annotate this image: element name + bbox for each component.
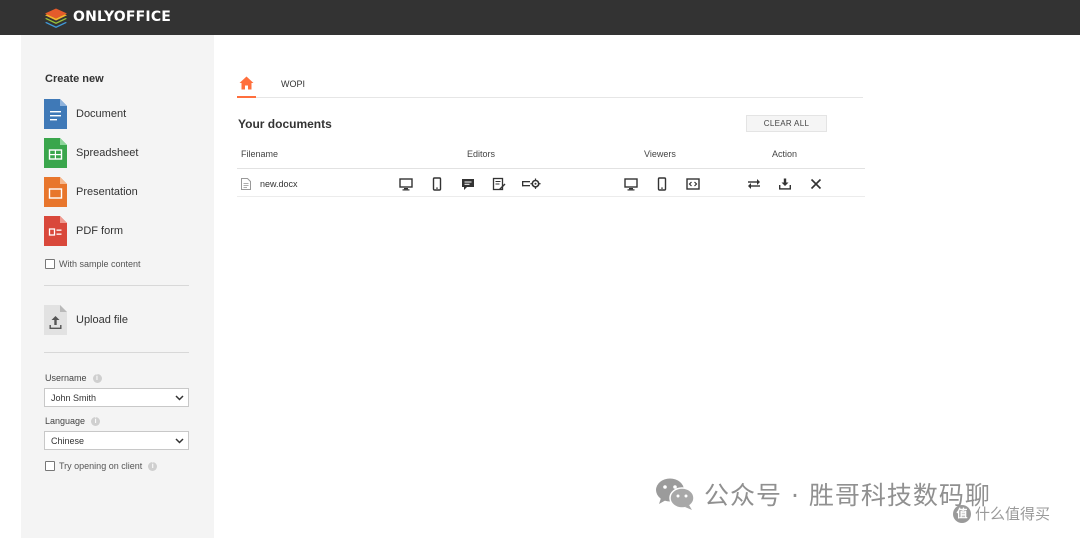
with-sample-content-label: With sample content bbox=[59, 259, 141, 269]
delete-button[interactable] bbox=[809, 177, 823, 191]
edit-review-button[interactable] bbox=[492, 177, 506, 191]
sidebar: Create new Document Spreadsheet Presenta… bbox=[21, 35, 214, 538]
mobile-icon bbox=[432, 177, 442, 191]
download-icon bbox=[779, 178, 791, 190]
wechat-watermark: 公众号 · 胜哥科技数码聊 bbox=[654, 477, 991, 511]
create-spreadsheet-label: Spreadsheet bbox=[76, 147, 139, 159]
chevron-down-icon bbox=[175, 395, 184, 401]
tab-bar: WOPI bbox=[237, 74, 863, 98]
view-desktop-button[interactable] bbox=[624, 177, 638, 191]
top-bar: ONLYOFFICE bbox=[0, 0, 1080, 35]
column-header-action: Action bbox=[772, 149, 798, 159]
username-value: John Smith bbox=[51, 392, 97, 403]
chevron-down-icon bbox=[175, 438, 184, 444]
presentation-icon bbox=[44, 177, 67, 207]
corner-watermark: 值 什么值得买 bbox=[953, 503, 1050, 524]
checkbox-box[interactable] bbox=[45, 259, 55, 269]
tab-wopi[interactable]: WOPI bbox=[281, 79, 305, 89]
edit-desktop-button[interactable] bbox=[399, 177, 413, 191]
spreadsheet-icon bbox=[44, 138, 67, 168]
create-new-title: Create new bbox=[45, 73, 104, 85]
language-label-text: Language bbox=[45, 416, 86, 426]
convert-arrows-icon bbox=[748, 179, 760, 189]
upload-icon bbox=[44, 305, 67, 335]
create-pdf-form-button[interactable]: PDF form bbox=[44, 215, 123, 247]
table-row: new.docx bbox=[237, 169, 865, 196]
column-header-filename: Filename bbox=[241, 149, 279, 159]
convert-button[interactable] bbox=[747, 177, 761, 191]
try-opening-on-client-checkbox[interactable]: Try opening on client i bbox=[45, 461, 158, 471]
create-pdf-form-label: PDF form bbox=[76, 225, 124, 237]
create-document-button[interactable]: Document bbox=[44, 98, 126, 130]
info-icon[interactable]: i bbox=[148, 461, 158, 471]
watermark-text: 公众号 · 胜哥科技数码聊 bbox=[704, 481, 991, 510]
onlyoffice-logo[interactable]: ONLYOFFICE bbox=[44, 6, 171, 28]
comment-icon bbox=[462, 179, 474, 190]
checkbox-box[interactable] bbox=[45, 461, 55, 471]
embed-icon bbox=[686, 178, 700, 190]
username-label: Username i bbox=[45, 373, 102, 383]
column-header-editors: Editors bbox=[467, 149, 496, 159]
info-icon[interactable]: i bbox=[92, 373, 102, 383]
mobile-icon bbox=[657, 177, 667, 191]
create-presentation-button[interactable]: Presentation bbox=[44, 176, 138, 208]
edit-customize-button[interactable] bbox=[521, 177, 541, 191]
settings-edit-icon bbox=[522, 178, 541, 189]
sidebar-divider bbox=[44, 352, 189, 353]
tab-home[interactable] bbox=[237, 74, 256, 98]
edit-mobile-button[interactable] bbox=[430, 177, 444, 191]
download-button[interactable] bbox=[778, 177, 792, 191]
upload-file-button[interactable]: Upload file bbox=[44, 304, 128, 336]
sidebar-divider bbox=[44, 285, 189, 286]
language-label: Language i bbox=[45, 416, 101, 426]
desktop-icon bbox=[399, 178, 413, 191]
column-header-viewers: Viewers bbox=[644, 149, 676, 159]
brand-name: ONLYOFFICE bbox=[73, 9, 172, 25]
view-embedded-button[interactable] bbox=[686, 177, 700, 191]
onlyoffice-logo-icon bbox=[45, 8, 67, 28]
review-icon bbox=[492, 177, 506, 191]
document-icon bbox=[44, 99, 67, 129]
upload-file-label: Upload file bbox=[76, 314, 128, 326]
docx-file-icon bbox=[241, 178, 251, 190]
wechat-icon bbox=[656, 478, 695, 510]
with-sample-content-checkbox[interactable]: With sample content bbox=[45, 259, 141, 269]
create-presentation-label: Presentation bbox=[76, 186, 138, 198]
create-spreadsheet-button[interactable]: Spreadsheet bbox=[44, 137, 138, 169]
language-value: Chinese bbox=[51, 435, 85, 446]
edit-comment-button[interactable] bbox=[461, 177, 475, 191]
try-opening-on-client-label: Try opening on client bbox=[59, 461, 143, 471]
pdf-form-icon bbox=[44, 216, 67, 246]
zhi-badge-icon: 值 bbox=[953, 504, 971, 523]
language-select[interactable]: Chinese bbox=[44, 431, 189, 450]
info-icon[interactable]: i bbox=[91, 416, 101, 426]
file-name-link[interactable]: new.docx bbox=[260, 179, 298, 189]
desktop-icon bbox=[624, 178, 638, 191]
view-mobile-button[interactable] bbox=[655, 177, 669, 191]
close-icon bbox=[810, 178, 822, 190]
home-icon bbox=[239, 76, 254, 90]
create-document-label: Document bbox=[76, 108, 127, 120]
clear-all-button[interactable]: CLEAR ALL bbox=[746, 115, 827, 132]
username-label-text: Username bbox=[45, 373, 87, 383]
corner-watermark-text: 什么值得买 bbox=[975, 505, 1051, 523]
table-row-divider bbox=[237, 196, 865, 197]
username-select[interactable]: John Smith bbox=[44, 388, 189, 407]
your-documents-title: Your documents bbox=[238, 117, 332, 131]
